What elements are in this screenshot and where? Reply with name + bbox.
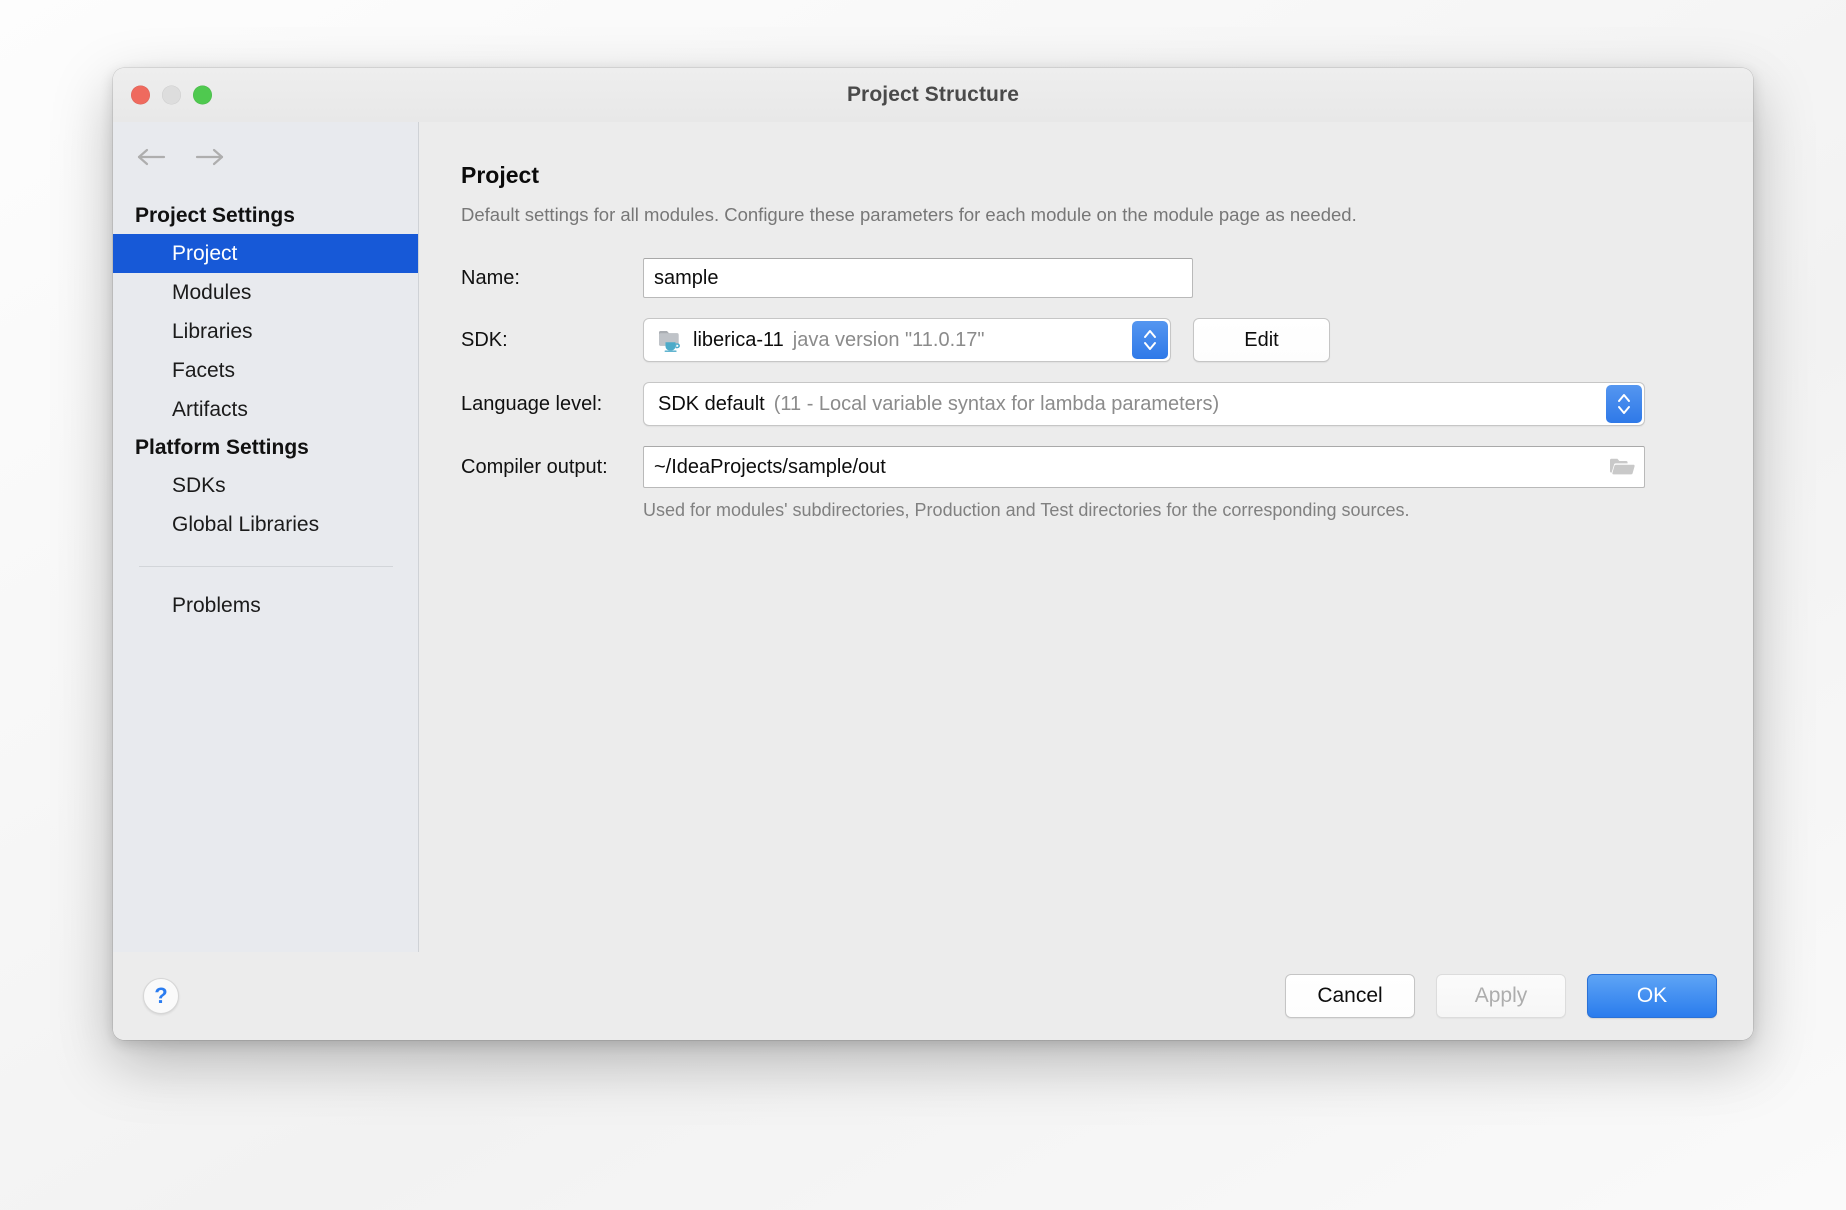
- sidebar-item-modules[interactable]: Modules: [113, 273, 418, 312]
- cancel-button[interactable]: Cancel: [1285, 974, 1415, 1018]
- compiler-output-hint: Used for modules' subdirectories, Produc…: [643, 500, 1410, 520]
- row-sdk: SDK: liberica-11 java version "11.0.17" …: [419, 318, 1753, 362]
- sdk-dropdown-content: liberica-11 java version "11.0.17": [644, 319, 1132, 361]
- footer-button-group: Cancel Apply OK: [1285, 974, 1717, 1018]
- edit-sdk-button[interactable]: Edit: [1193, 318, 1330, 362]
- row-language-level: Language level: SDK default (11 - Local …: [419, 382, 1753, 426]
- help-button[interactable]: ?: [143, 978, 179, 1014]
- sidebar-item-sdks[interactable]: SDKs: [113, 466, 418, 505]
- window-title: Project Structure: [846, 83, 1020, 106]
- sdk-version-detail: java version "11.0.17": [792, 328, 985, 351]
- language-level-stepper-icon[interactable]: [1606, 385, 1642, 423]
- settings-content-panel: Project Default settings for all modules…: [419, 122, 1753, 952]
- sidebar-item-artifacts[interactable]: Artifacts: [113, 390, 418, 429]
- sdk-stepper-icon[interactable]: [1132, 321, 1168, 359]
- language-level-detail: (11 - Local variable syntax for lambda p…: [773, 392, 1220, 415]
- minimize-button[interactable]: [162, 85, 181, 105]
- sidebar-item-global-libraries[interactable]: Global Libraries: [113, 505, 418, 544]
- project-structure-window: Project Structure Project Settings Proje…: [113, 68, 1753, 1040]
- close-button[interactable]: [131, 85, 150, 105]
- row-name: Name: sample: [419, 258, 1753, 298]
- sidebar-heading-project-settings: Project Settings: [135, 204, 295, 227]
- compiler-output-value: ~/IdeaProjects/sample/out: [654, 455, 886, 478]
- ok-button[interactable]: OK: [1587, 974, 1717, 1018]
- back-arrow-icon[interactable]: [135, 142, 169, 172]
- settings-sidebar: Project Settings Project Modules Librari…: [113, 122, 419, 952]
- sidebar-item-project[interactable]: Project: [113, 234, 418, 273]
- window-titlebar: Project Structure: [113, 68, 1753, 122]
- sidebar-item-facets[interactable]: Facets: [113, 351, 418, 390]
- name-label: Name:: [461, 266, 520, 289]
- language-level-dropdown[interactable]: SDK default (11 - Local variable syntax …: [643, 382, 1645, 426]
- sidebar-item-libraries[interactable]: Libraries: [113, 312, 418, 351]
- sidebar-item-problems[interactable]: Problems: [113, 586, 418, 625]
- compiler-output-label: Compiler output:: [461, 455, 608, 478]
- sidebar-nav-buttons: [113, 122, 418, 172]
- java-sdk-folder-icon: [658, 328, 684, 352]
- page-title: Project: [461, 162, 539, 188]
- language-level-label: Language level:: [461, 392, 603, 415]
- sidebar-heading-platform-settings: Platform Settings: [135, 436, 309, 459]
- language-level-value: SDK default: [658, 392, 765, 415]
- sdk-label: SDK:: [461, 328, 508, 351]
- language-level-content: SDK default (11 - Local variable syntax …: [644, 383, 1606, 425]
- dialog-footer: ? Cancel Apply OK: [113, 952, 1753, 1040]
- name-input-value: sample: [654, 266, 719, 289]
- zoom-button[interactable]: [193, 85, 212, 105]
- project-settings-form: Name: sample SDK: liberica-11 java versi…: [419, 258, 1753, 521]
- forward-arrow-icon[interactable]: [192, 142, 226, 172]
- sdk-dropdown[interactable]: liberica-11 java version "11.0.17": [643, 318, 1171, 362]
- folder-open-icon[interactable]: [1600, 447, 1644, 487]
- sdk-value: liberica-11: [693, 328, 784, 351]
- page-description: Default settings for all modules. Config…: [461, 204, 1357, 225]
- compiler-output-input[interactable]: ~/IdeaProjects/sample/out: [643, 446, 1645, 488]
- window-controls: [131, 85, 212, 105]
- window-body: Project Settings Project Modules Librari…: [113, 122, 1753, 952]
- row-compiler-output: Compiler output: ~/IdeaProjects/sample/o…: [419, 446, 1753, 488]
- apply-button[interactable]: Apply: [1436, 974, 1566, 1018]
- name-input[interactable]: sample: [643, 258, 1193, 298]
